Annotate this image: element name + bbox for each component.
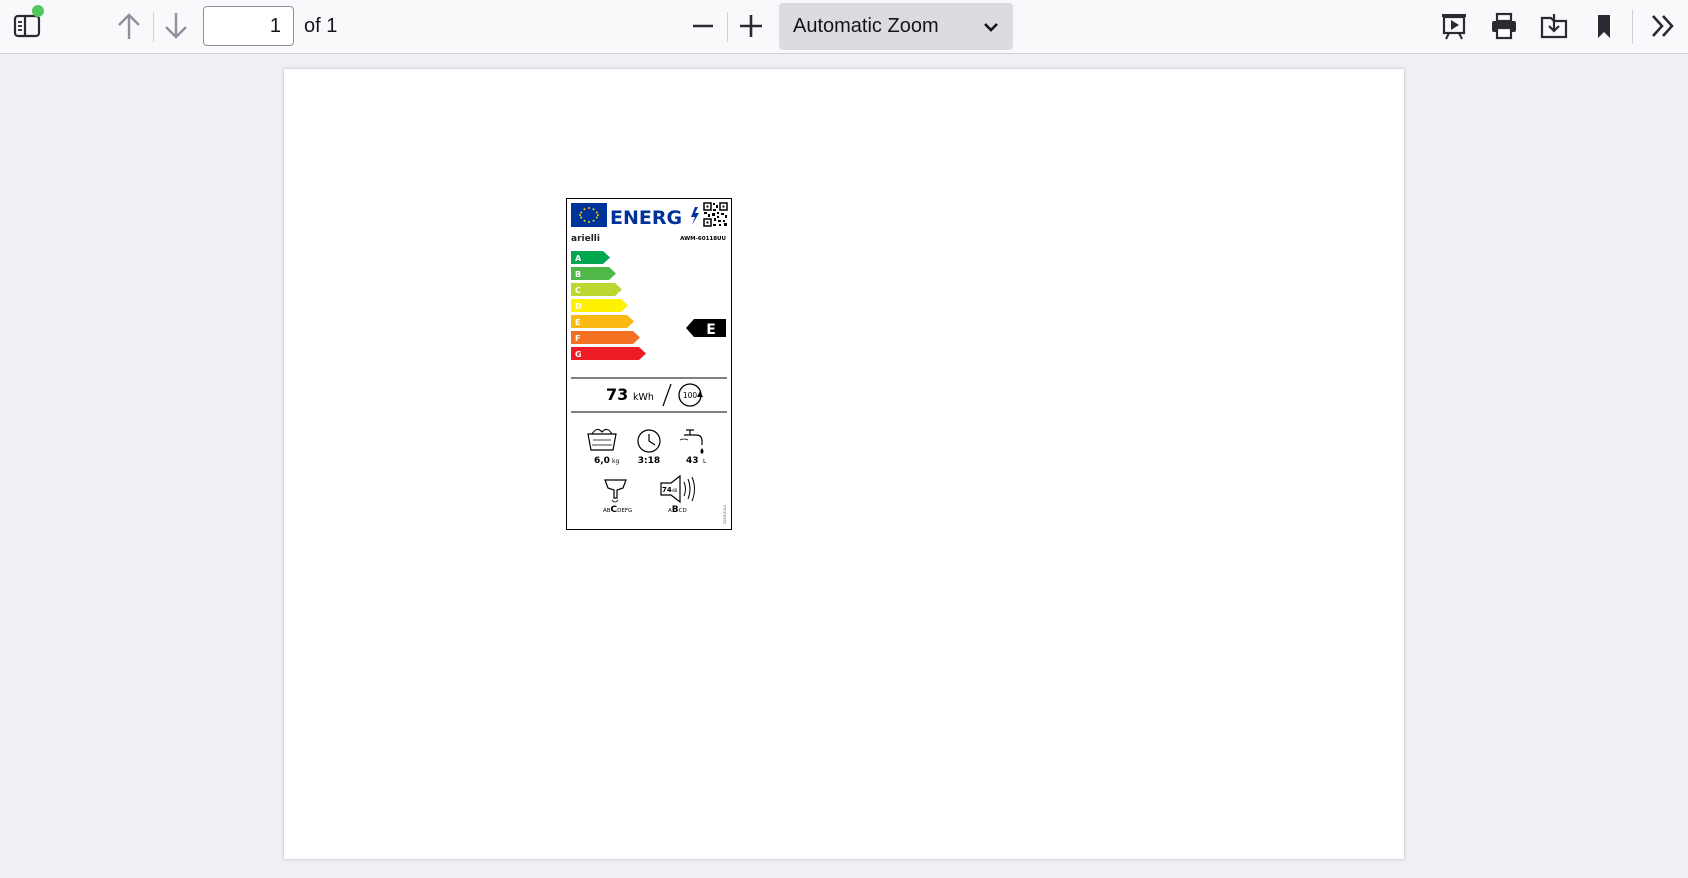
chevron-down-icon [984, 22, 998, 32]
model-number: AWM-60118UU [680, 236, 726, 242]
duration-value: 3:18 [638, 456, 660, 466]
water-consumption-value: 43 [686, 456, 699, 466]
cycles-value: 100 [683, 391, 698, 400]
presentation-mode-button[interactable] [1437, 9, 1471, 43]
pdf-toolbar: of 1 Automatic Zoom [0, 0, 1688, 54]
energy-class-letter-c: C [575, 286, 581, 295]
energy-class-letter-a: A [575, 254, 582, 263]
bookmark-button[interactable] [1587, 9, 1621, 43]
energy-class-bar-f [571, 331, 640, 344]
energy-label-graphic: ENERG arielli AWM-60118UU ABCDEFG E 73 k… [566, 198, 732, 530]
double-chevron-right-icon [1652, 15, 1674, 37]
toolbar-separator [727, 12, 728, 42]
page-number-input[interactable] [203, 6, 294, 46]
noise-unit: dB [672, 488, 678, 493]
brand-logo: arielli [571, 234, 600, 244]
save-button[interactable] [1537, 9, 1571, 43]
energy-consumption-unit: kWh [633, 392, 654, 403]
toolbar-separator [153, 12, 154, 42]
toolbar-separator [1632, 10, 1633, 44]
energy-label: ENERG arielli AWM-60118UU A B C D E F G … [566, 198, 732, 530]
notification-dot [32, 5, 44, 17]
eu-flag-icon [571, 203, 607, 227]
save-icon [1540, 14, 1568, 39]
bookmark-icon [1598, 15, 1610, 38]
print-button[interactable] [1487, 9, 1521, 43]
energy-rating-letter: E [706, 322, 716, 338]
arrow-up-icon [118, 13, 140, 39]
energy-consumption-value: 73 [606, 385, 628, 404]
energy-class-letter-f: F [575, 334, 580, 343]
regulation-number: 2019/2014 [723, 504, 727, 524]
capacity-value: 6,0 [594, 456, 610, 466]
minus-icon [693, 24, 713, 28]
qr-code-icon [703, 202, 728, 227]
next-page-button[interactable] [159, 9, 193, 43]
zoom-select-value: Automatic Zoom [793, 15, 939, 37]
arrow-down-icon [165, 13, 187, 39]
capacity-unit: kg [612, 458, 619, 465]
zoom-select[interactable]: Automatic Zoom [779, 3, 1013, 50]
plus-icon [740, 15, 762, 37]
print-icon [1492, 12, 1516, 40]
energy-class-bar-g [571, 347, 646, 360]
energy-class-letter-d: D [575, 302, 582, 311]
presentation-icon [1442, 14, 1466, 40]
energy-class-letter-b: B [575, 270, 581, 279]
zoom-in-button[interactable] [734, 9, 768, 43]
pdf-page: ENERG arielli AWM-60118UU A B C D E F G … [284, 69, 1404, 859]
energy-label-header: ENERG [610, 207, 682, 229]
noise-value: 74 [662, 486, 672, 494]
energy-class-letter-g: G [575, 350, 582, 359]
zoom-out-button[interactable] [686, 9, 720, 43]
energy-class-letter-e: E [575, 318, 580, 327]
page-count-label: of 1 [304, 15, 338, 37]
tools-button[interactable] [1646, 9, 1680, 43]
previous-page-button[interactable] [112, 9, 146, 43]
